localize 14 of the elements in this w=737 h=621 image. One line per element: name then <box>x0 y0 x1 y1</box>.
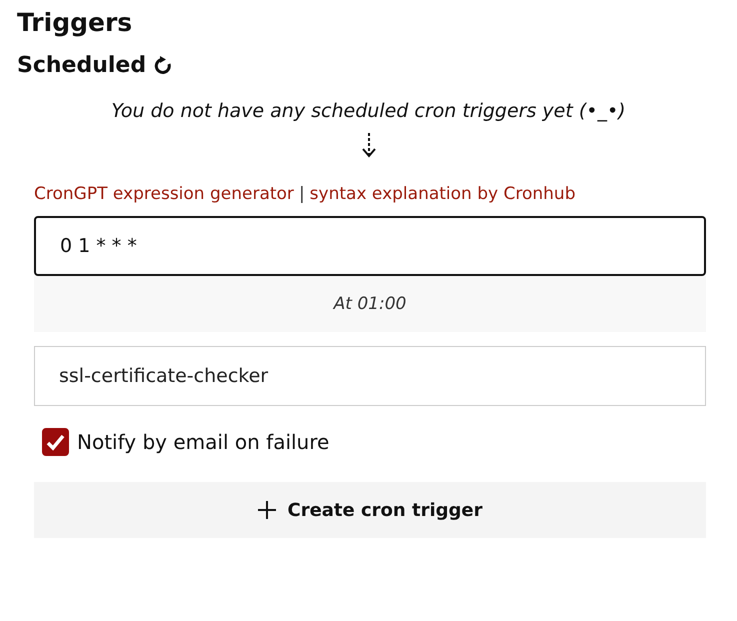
cron-expression-field[interactable]: 0 1 * * * <box>34 216 706 276</box>
plus-icon <box>257 500 278 520</box>
help-link[interactable]: syntax explanation by Cronhub <box>310 184 576 204</box>
checkbox-label: Notify by email on failure <box>77 430 330 454</box>
help-link[interactable]: CronGPT expression generator <box>34 184 294 204</box>
notify-checkbox[interactable] <box>42 428 69 456</box>
trigger-name-field[interactable]: ssl-certificate-checker <box>34 346 706 406</box>
page-title: Triggers <box>17 8 134 37</box>
section-title: Scheduled <box>17 53 146 78</box>
cron-description: At 01:00 <box>34 276 706 332</box>
empty-message: You do not have any scheduled cron triggers yet (•_•) <box>110 100 627 122</box>
link-separator: | <box>298 184 305 204</box>
dashed-down-arrow-icon <box>360 132 376 158</box>
create-trigger-button[interactable]: Create cron trigger <box>34 482 706 538</box>
